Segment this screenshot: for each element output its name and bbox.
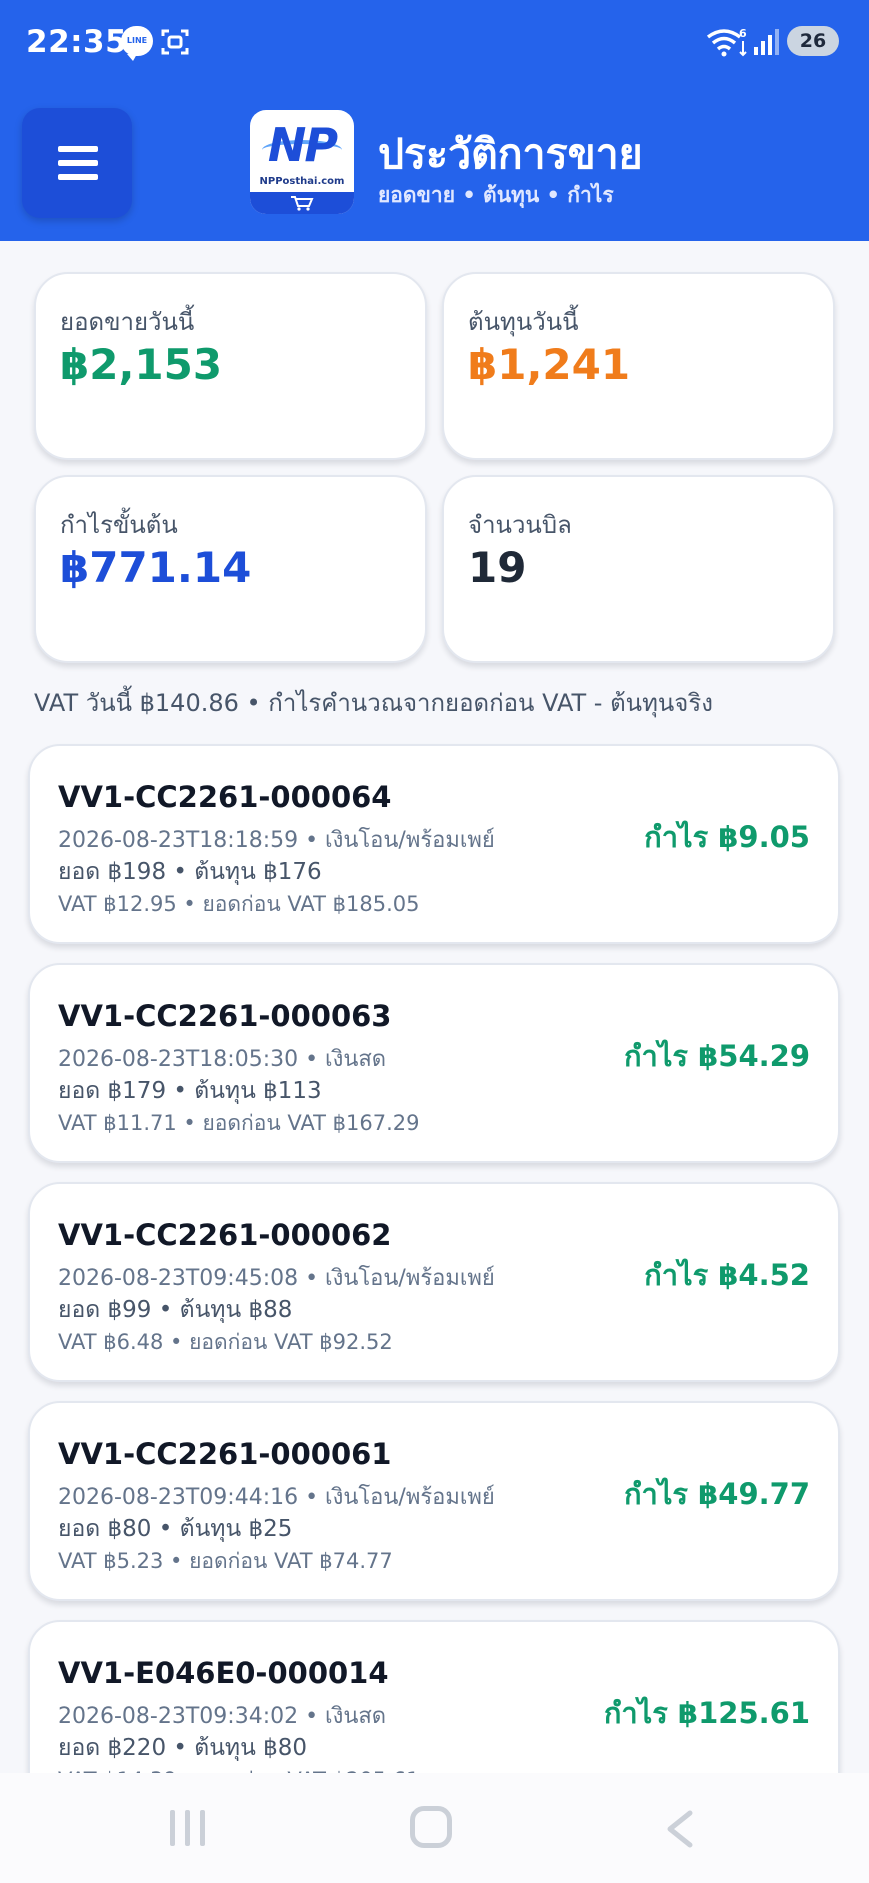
bill-card[interactable]: VV1-CC2261-000061 2026-08-23T09:44:16 • … xyxy=(28,1401,840,1601)
bill-profit: กำไร ฿125.61 xyxy=(603,1696,810,1730)
vat-note: VAT วันนี้ ฿140.86 • กำไรคำนวณจากยอดก่อน… xyxy=(34,689,713,717)
bill-amount-cost: ยอด ฿80 • ต้นทุน ฿25 xyxy=(58,1516,293,1542)
stat-label: จำนวนบิล xyxy=(468,511,572,539)
bill-card[interactable]: VV1-CC2261-000063 2026-08-23T18:05:30 • … xyxy=(28,963,840,1163)
bill-profit: กำไร ฿9.05 xyxy=(644,820,810,854)
bill-amount-cost: ยอด ฿99 • ต้นทุน ฿88 xyxy=(58,1297,293,1323)
stat-card-bill-count: จำนวนบิล 19 xyxy=(442,475,835,663)
bill-profit: กำไร ฿54.29 xyxy=(623,1039,810,1073)
bill-profit: กำไร ฿4.52 xyxy=(644,1258,810,1292)
status-bar: 22:35 LINE 6 26 xyxy=(0,0,869,84)
stat-card-gross-profit: กำไรขั้นต้น ฿771.14 xyxy=(34,475,427,663)
bill-datetime-payment: 2026-08-23T09:44:16 • เงินโอน/พร้อมเพย์ xyxy=(58,1485,495,1510)
hamburger-icon xyxy=(58,146,98,152)
bill-datetime-payment: 2026-08-23T18:05:30 • เงินสด xyxy=(58,1047,387,1072)
stat-card-today-sales: ยอดขายวันนี้ ฿2,153 xyxy=(34,272,427,460)
stat-label: ยอดขายวันนี้ xyxy=(60,308,195,336)
battery-indicator: 26 xyxy=(787,26,839,56)
bill-datetime-payment: 2026-08-23T18:18:59 • เงินโอน/พร้อมเพย์ xyxy=(58,828,495,853)
logo-text: NPPosthai.com xyxy=(259,176,345,187)
stat-label: กำไรขั้นต้น xyxy=(60,511,178,539)
page-subtitle: ยอดขาย • ต้นทุน • กำไร xyxy=(378,183,614,207)
bill-id: VV1-CC2261-000061 xyxy=(58,1437,392,1471)
home-button[interactable] xyxy=(410,1806,452,1848)
bill-vat: VAT ฿6.48 • ยอดก่อน VAT ฿92.52 xyxy=(58,1330,393,1354)
bill-amount-cost: ยอด ฿198 • ต้นทุน ฿176 xyxy=(58,859,322,885)
app-logo: NP NPPosthai.com xyxy=(250,110,354,214)
app-header: 22:35 LINE 6 26 NP NPPosthai.com ประวัติ… xyxy=(0,0,869,241)
bill-profit: กำไร ฿49.77 xyxy=(623,1477,810,1511)
bill-vat: VAT ฿12.95 • ยอดก่อน VAT ฿185.05 xyxy=(58,892,420,916)
screenshot-icon xyxy=(161,29,189,55)
bill-id: VV1-CC2261-000064 xyxy=(58,780,392,814)
bill-id: VV1-CC2261-000063 xyxy=(58,999,392,1033)
stat-value: ฿1,241 xyxy=(468,340,631,389)
signal-icon xyxy=(754,29,779,55)
bill-card[interactable]: VV1-CC2261-000064 2026-08-23T18:18:59 • … xyxy=(28,744,840,944)
svg-text:6: 6 xyxy=(739,27,747,40)
recent-apps-button[interactable] xyxy=(168,1806,208,1850)
bill-amount-cost: ยอด ฿179 • ต้นทุน ฿113 xyxy=(58,1078,322,1104)
logo-letters: NP xyxy=(267,118,338,172)
menu-button[interactable] xyxy=(22,108,132,218)
back-button[interactable] xyxy=(662,1809,698,1849)
bill-card[interactable]: VV1-CC2261-000062 2026-08-23T09:45:08 • … xyxy=(28,1182,840,1382)
stat-value: ฿771.14 xyxy=(60,543,252,592)
bill-vat: VAT ฿11.71 • ยอดก่อน VAT ฿167.29 xyxy=(58,1111,420,1135)
bill-datetime-payment: 2026-08-23T09:34:02 • เงินสด xyxy=(58,1704,387,1729)
bill-vat: VAT ฿5.23 • ยอดก่อน VAT ฿74.77 xyxy=(58,1549,393,1573)
bill-id: VV1-CC2261-000062 xyxy=(58,1218,392,1252)
status-time: 22:35 xyxy=(26,24,128,60)
stat-value: 19 xyxy=(468,543,527,592)
bill-amount-cost: ยอด ฿220 • ต้นทุน ฿80 xyxy=(58,1735,308,1761)
bill-datetime-payment: 2026-08-23T09:45:08 • เงินโอน/พร้อมเพย์ xyxy=(58,1266,495,1291)
wifi-icon: 6 xyxy=(706,27,747,57)
stat-value: ฿2,153 xyxy=(60,340,223,389)
stat-label: ต้นทุนวันนี้ xyxy=(468,308,579,336)
cart-icon xyxy=(291,196,314,211)
bill-id: VV1-E046E0-000014 xyxy=(58,1656,389,1690)
system-navigation-bar xyxy=(0,1773,869,1883)
line-app-icon: LINE xyxy=(121,26,153,61)
stat-card-today-cost: ต้นทุนวันนี้ ฿1,241 xyxy=(442,272,835,460)
page-title: ประวัติการขาย xyxy=(378,130,643,178)
